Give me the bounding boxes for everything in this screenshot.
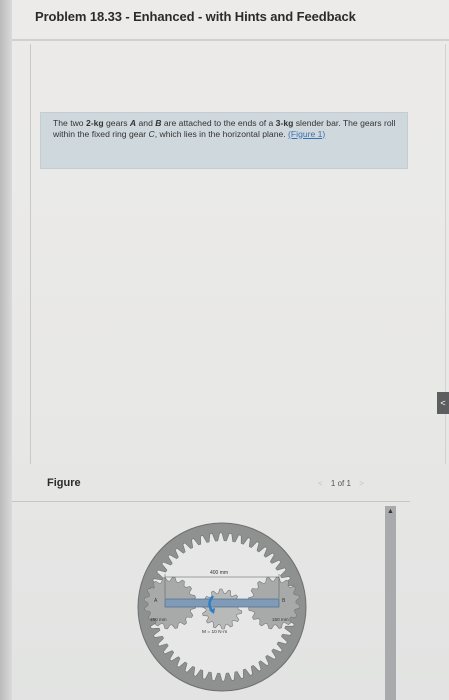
- figure-pager: < 1 of 1 >: [318, 479, 364, 488]
- content-frame: [30, 44, 446, 464]
- length-label: 400 mm: [210, 570, 228, 576]
- radius-a-label: 150 mm: [150, 617, 167, 622]
- radius-b-label: 150 mm: [272, 617, 289, 622]
- problem-text: The two 2-kg gears A and B are attached …: [53, 118, 396, 139]
- left-edge: [0, 0, 12, 700]
- figure-scrollbar[interactable]: [385, 506, 396, 700]
- scroll-up-icon[interactable]: ▲: [386, 508, 395, 518]
- problem-statement-box: The two 2-kg gears A and B are attached …: [40, 112, 408, 169]
- moment-label: M = 10 N·m: [202, 629, 227, 635]
- figure-link[interactable]: (Figure 1): [288, 129, 325, 139]
- figure-label: Figure: [47, 477, 81, 489]
- page-title: Problem 18.33 - Enhanced - with Hints an…: [35, 9, 356, 24]
- next-figure-button[interactable]: >: [359, 479, 364, 488]
- divider: [12, 39, 449, 41]
- gear-figure: 400 mm A B 150 mm 150 mm M = 10 N·m: [137, 522, 307, 692]
- side-tab-arrow[interactable]: <: [437, 392, 449, 414]
- slender-bar: [164, 598, 280, 608]
- divider: [12, 501, 410, 502]
- prev-figure-button[interactable]: <: [318, 479, 323, 488]
- figure-count: 1 of 1: [330, 479, 351, 488]
